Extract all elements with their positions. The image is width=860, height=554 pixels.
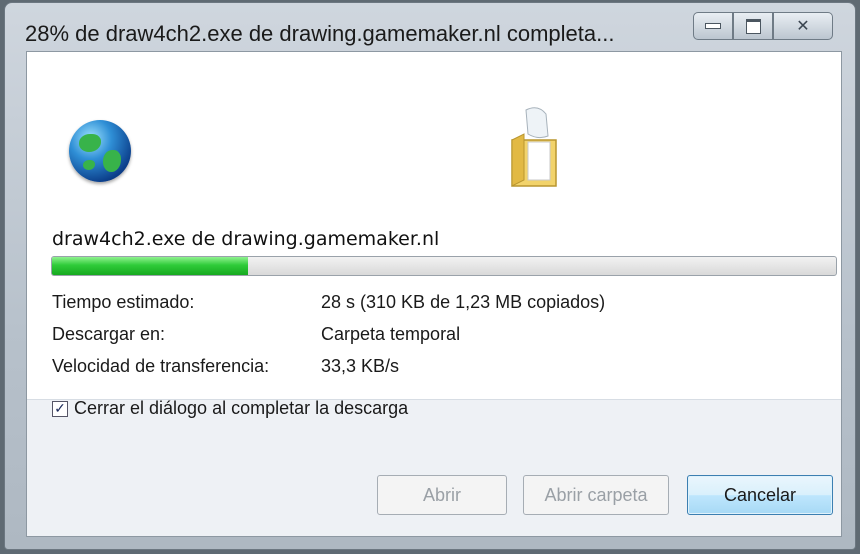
speed-label: Velocidad de transferencia: (52, 356, 270, 376)
destination-label: Descargar en: (52, 324, 166, 344)
close-on-complete-label[interactable]: Cerrar el diálogo al completar la descar… (74, 398, 408, 419)
speed-value: 33,3 KB/s (321, 356, 400, 376)
open-button[interactable]: Abrir (377, 475, 507, 515)
progress-fill (52, 257, 248, 275)
close-on-complete-checkbox[interactable]: ✓ (52, 400, 68, 417)
window-controls: ✕ (693, 12, 833, 40)
button-panel (27, 399, 841, 536)
minimize-button[interactable] (693, 12, 733, 40)
maximize-button[interactable] (733, 12, 773, 40)
close-on-complete-option[interactable]: ✓ Cerrar el diálogo al completar la desc… (52, 398, 408, 419)
cancel-button[interactable]: Cancelar (687, 475, 833, 515)
close-icon: ✕ (796, 18, 810, 35)
destination-value: Carpeta temporal (321, 324, 461, 344)
window-title: 28% de draw4ch2.exe de drawing.gamemaker… (25, 21, 615, 46)
open-folder-button[interactable]: Abrir carpeta (523, 475, 669, 515)
download-progress-bar (51, 256, 837, 276)
download-dialog: 28% de draw4ch2.exe de drawing.gamemaker… (4, 2, 856, 550)
folder-icon (511, 107, 557, 187)
maximize-icon (745, 18, 761, 34)
time-label: Tiempo estimado: (52, 292, 195, 312)
globe-icon (69, 120, 131, 182)
checkmark-icon: ✓ (54, 400, 66, 416)
file-name: draw4ch2.exe de drawing.gamemaker.nl (52, 228, 440, 250)
minimize-icon (705, 23, 721, 29)
close-button[interactable]: ✕ (773, 12, 833, 40)
time-value: 28 s (310 KB de 1,23 MB copiados) (321, 292, 606, 312)
dialog-body: draw4ch2.exe de drawing.gamemaker.nl Tie… (26, 51, 842, 537)
